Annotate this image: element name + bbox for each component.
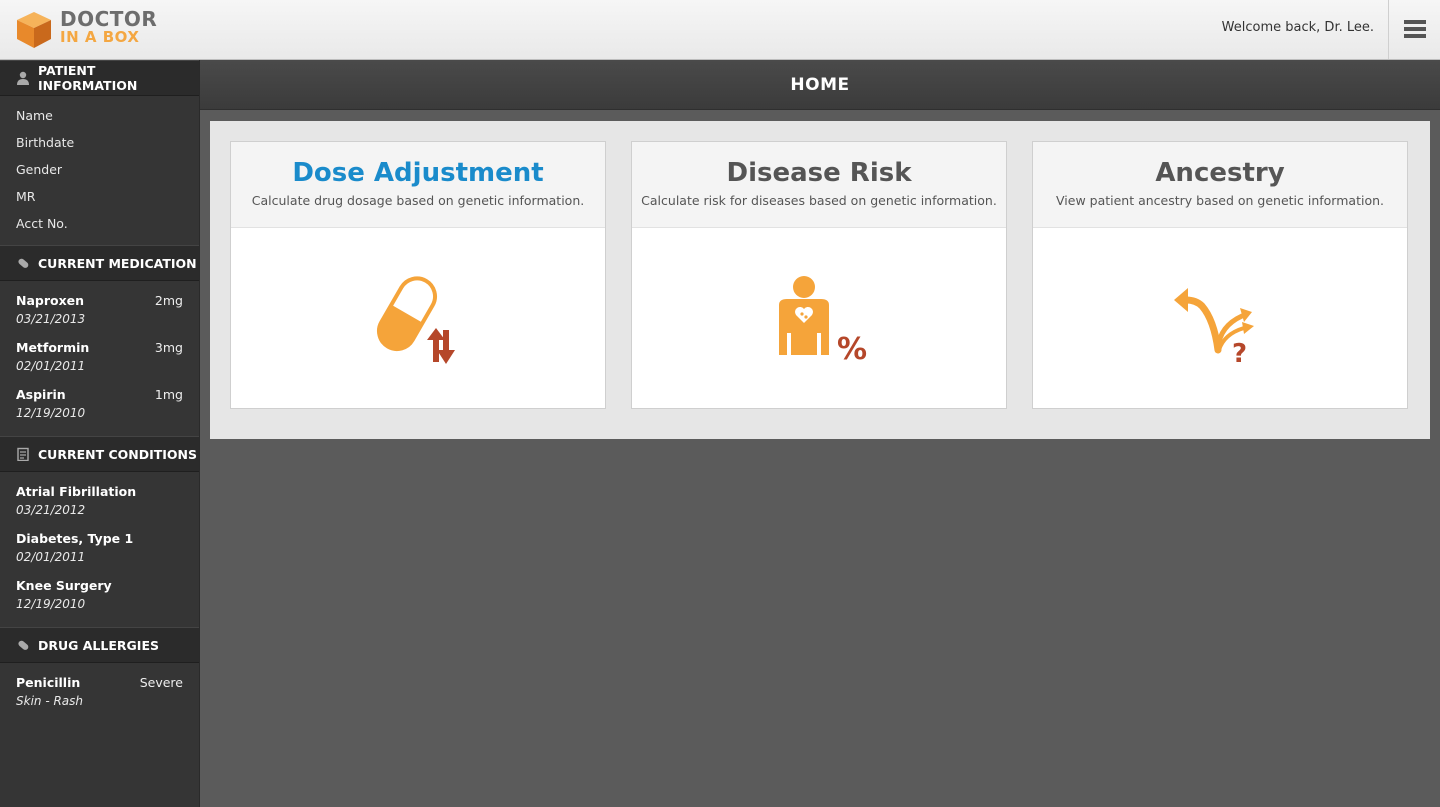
medication-dose: 1mg xyxy=(154,387,183,402)
medication-item[interactable]: Aspirin 1mg 12/19/2010 xyxy=(16,381,183,428)
current-medication-title: CURRENT MEDICATION xyxy=(38,255,197,271)
current-medication-header: CURRENT MEDICATION xyxy=(0,245,199,281)
card-description: View patient ancestry based on genetic i… xyxy=(1056,193,1384,208)
pill-dose-icon xyxy=(377,276,455,364)
page-title: HOME xyxy=(200,60,1440,110)
pill-icon xyxy=(18,258,29,268)
medication-name: Aspirin xyxy=(16,387,66,402)
patient-field-birthdate: Birthdate xyxy=(16,135,75,150)
drug-allergies-title: DRUG ALLERGIES xyxy=(38,637,159,653)
medication-date: 02/01/2011 xyxy=(16,359,86,373)
home-cards-panel: Dose Adjustment Calculate drug dosage ba… xyxy=(210,121,1430,439)
menu-button[interactable] xyxy=(1388,0,1440,59)
medication-dose: 3mg xyxy=(154,340,183,355)
card-description: Calculate risk for diseases based on gen… xyxy=(641,193,997,208)
cube-logo-icon xyxy=(17,12,51,48)
branching-arrows-icon: ? xyxy=(1174,288,1254,366)
user-icon xyxy=(17,71,29,85)
ancestry-card[interactable]: Ancestry View patient ancestry based on … xyxy=(1032,141,1408,409)
medication-name: Metformin xyxy=(16,340,90,355)
patient-field-gender: Gender xyxy=(16,162,63,177)
card-description: Calculate drug dosage based on genetic i… xyxy=(251,193,585,208)
drug-allergies-header: DRUG ALLERGIES xyxy=(0,627,199,663)
medication-date: 03/21/2013 xyxy=(16,312,86,326)
card-body xyxy=(231,228,605,408)
dose-adjustment-card[interactable]: Dose Adjustment Calculate drug dosage ba… xyxy=(230,141,606,409)
condition-date: 02/01/2011 xyxy=(16,550,86,564)
current-conditions-title: CURRENT CONDITIONS xyxy=(38,446,198,462)
condition-name: Knee Surgery xyxy=(16,578,112,593)
patient-information-title: PATIENT INFORMATION xyxy=(38,63,138,93)
condition-item[interactable]: Diabetes, Type 1 02/01/2011 xyxy=(16,525,183,572)
patient-information-header: PATIENT INFORMATION xyxy=(0,60,199,96)
allergy-reaction: Skin - Rash xyxy=(16,694,84,708)
patient-field-name: Name xyxy=(16,108,53,123)
allergy-name: Penicillin xyxy=(16,675,81,690)
patient-field-mr: MR xyxy=(16,189,36,204)
logo-line-1: DOCTOR xyxy=(60,7,158,31)
conditions-list: Atrial Fibrillation 03/21/2012 Diabetes,… xyxy=(0,472,199,627)
app-logo[interactable]: DOCTOR IN A BOX xyxy=(14,7,158,52)
condition-date: 12/19/2010 xyxy=(16,597,86,611)
card-header: Dose Adjustment Calculate drug dosage ba… xyxy=(231,142,605,228)
pill-icon xyxy=(18,640,29,650)
medication-dose: 2mg xyxy=(154,293,183,308)
card-header: Disease Risk Calculate risk for diseases… xyxy=(632,142,1006,228)
card-title: Disease Risk xyxy=(726,158,912,188)
patient-sidebar: PATIENT INFORMATION Name Birthdate Gende… xyxy=(0,60,200,807)
allergy-severity: Severe xyxy=(139,675,183,690)
patient-field-acct-no: Acct No. xyxy=(16,216,68,231)
condition-item[interactable]: Atrial Fibrillation 03/21/2012 xyxy=(16,478,183,525)
card-title: Ancestry xyxy=(1155,158,1285,188)
card-body: % xyxy=(632,228,1006,408)
patient-information-list: Name Birthdate Gender MR Acct No. xyxy=(0,96,199,245)
current-conditions-header: CURRENT CONDITIONS xyxy=(0,436,199,472)
card-title: Dose Adjustment xyxy=(292,158,544,188)
disease-risk-card[interactable]: Disease Risk Calculate risk for diseases… xyxy=(631,141,1007,409)
card-header: Ancestry View patient ancestry based on … xyxy=(1033,142,1407,228)
condition-date: 03/21/2012 xyxy=(16,503,86,517)
logo-line-2: IN A BOX xyxy=(60,28,140,46)
allergies-list: Penicillin Severe Skin - Rash xyxy=(0,663,199,724)
allergy-item[interactable]: Penicillin Severe Skin - Rash xyxy=(16,669,183,716)
welcome-message: Welcome back, Dr. Lee. xyxy=(1221,20,1374,35)
svg-text:%: % xyxy=(837,332,867,363)
condition-name: Atrial Fibrillation xyxy=(16,484,137,499)
hamburger-menu-icon xyxy=(1404,20,1426,38)
medication-list: Naproxen 2mg 03/21/2013 Metformin 3mg 02/0… xyxy=(0,281,199,436)
medication-name: Naproxen xyxy=(16,293,85,308)
medication-date: 12/19/2010 xyxy=(16,406,86,420)
medication-item[interactable]: Metformin 3mg 02/01/2011 xyxy=(16,334,183,381)
logo-text: DOCTOR IN A BOX xyxy=(60,7,158,46)
medication-item[interactable]: Naproxen 2mg 03/21/2013 xyxy=(16,287,183,334)
top-bar: DOCTOR IN A BOX Welcome back, Dr. Lee. xyxy=(0,0,1440,60)
condition-item[interactable]: Knee Surgery 12/19/2010 xyxy=(16,572,183,619)
condition-name: Diabetes, Type 1 xyxy=(16,531,134,546)
card-body: ? xyxy=(1033,228,1407,408)
svg-text:?: ? xyxy=(1232,339,1247,366)
person-percent-icon: % xyxy=(779,276,867,363)
clipboard-icon xyxy=(17,447,29,461)
